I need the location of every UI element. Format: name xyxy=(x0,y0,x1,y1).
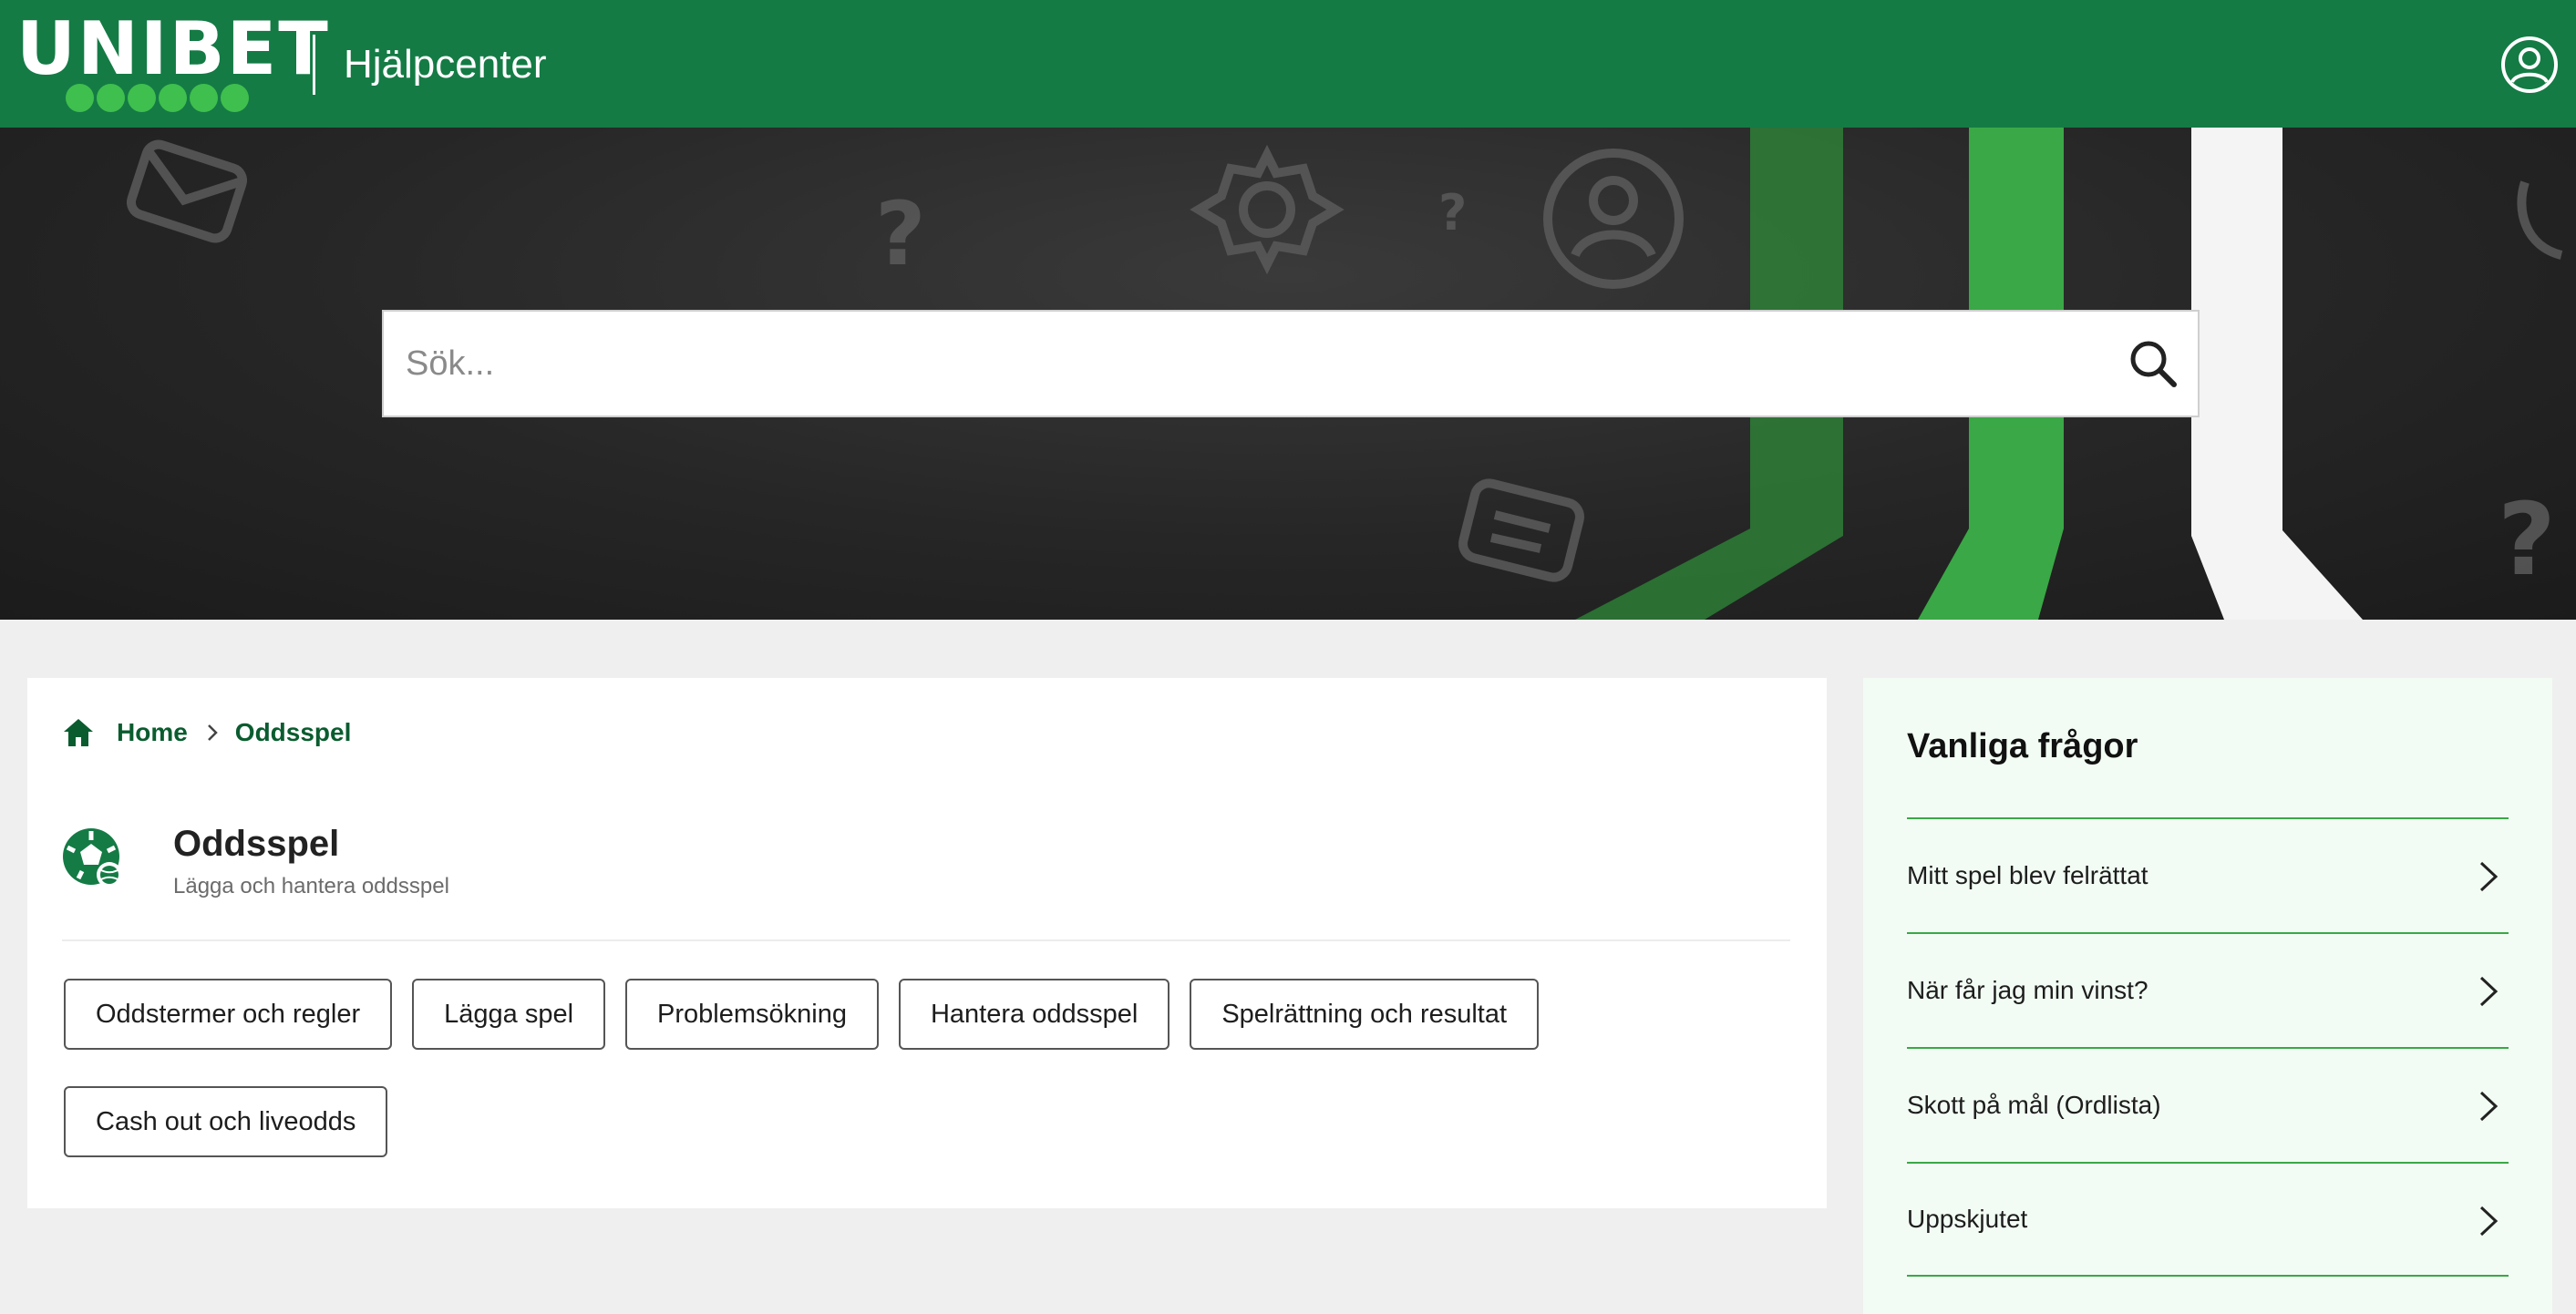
faq-item-label: Uppskjutet xyxy=(1907,1205,2028,1233)
unibet-logo[interactable]: UNIBET xyxy=(16,13,328,115)
breadcrumb-home[interactable]: Home xyxy=(117,718,188,747)
chevron-right-icon xyxy=(207,724,218,741)
breadcrumb: Home Oddsspel xyxy=(62,714,351,751)
divider xyxy=(62,939,1790,941)
faq-item[interactable]: När får jag min vinst? xyxy=(1907,932,2509,1047)
topic-cash-out-och-liveodds[interactable]: Cash out och liveodds xyxy=(64,1086,388,1157)
category-title: Oddsspel xyxy=(173,824,340,864)
topic-lagga-spel[interactable]: Lägga spel xyxy=(412,979,606,1050)
topic-row: Cash out och liveodds xyxy=(64,1086,388,1157)
logo-dots xyxy=(66,84,249,112)
topic-row: Oddstermer och regler Lägga spel Problem… xyxy=(64,979,1540,1050)
top-header: UNIBET Hjälpcenter xyxy=(0,0,2576,128)
chevron-right-icon xyxy=(2479,1206,2499,1237)
account-icon[interactable] xyxy=(2499,35,2560,95)
faq-item[interactable]: Skott på mål (Ordlista) xyxy=(1907,1047,2509,1162)
category-subtitle: Lägga och hantera oddsspel xyxy=(173,874,449,898)
hero-banner: ? ? ? xyxy=(0,128,2576,620)
faq-item-label: Mitt spel blev felrättat xyxy=(1907,861,2148,889)
chevron-right-icon xyxy=(2479,1091,2499,1122)
logo-wordmark: UNIBET xyxy=(16,6,330,91)
header-title[interactable]: Hjälpcenter xyxy=(344,40,547,89)
faq-title: Vanliga frågor xyxy=(1907,727,2138,765)
topic-spelrattning-och-resultat[interactable]: Spelrättning och resultat xyxy=(1190,979,1540,1050)
search-button[interactable] xyxy=(2125,335,2181,392)
svg-text:?: ? xyxy=(2498,481,2556,598)
search-input[interactable] xyxy=(384,312,2079,416)
search-box xyxy=(382,310,2200,417)
chevron-right-icon xyxy=(2479,861,2499,892)
sports-ball-icon xyxy=(63,828,122,888)
chevron-right-icon xyxy=(2479,976,2499,1007)
svg-text:?: ? xyxy=(1438,184,1467,241)
header-divider xyxy=(313,35,315,95)
topic-problemsokning[interactable]: Problemsökning xyxy=(625,979,879,1050)
faq-item-label: Skott på mål (Ordlista) xyxy=(1907,1091,2161,1119)
faq-list: Mitt spel blev felrättat När får jag min… xyxy=(1907,817,2509,1277)
home-icon[interactable] xyxy=(62,716,95,749)
faq-item-label: När får jag min vinst? xyxy=(1907,976,2148,1004)
search-icon xyxy=(2130,341,2177,387)
category-card: Home Oddsspel Oddsspel Lägga och hantera… xyxy=(27,678,1827,1208)
faq-panel: Vanliga frågor Mitt spel blev felrättat … xyxy=(1863,678,2552,1314)
faq-item[interactable]: Mitt spel blev felrättat xyxy=(1907,817,2509,932)
breadcrumb-oddsspel[interactable]: Oddsspel xyxy=(235,718,352,747)
faq-item[interactable]: Uppskjutet xyxy=(1907,1162,2509,1277)
svg-text:?: ? xyxy=(875,183,926,285)
topic-oddstermer-och-regler[interactable]: Oddstermer och regler xyxy=(64,979,393,1050)
topic-hantera-oddsspel[interactable]: Hantera oddsspel xyxy=(898,979,1170,1050)
